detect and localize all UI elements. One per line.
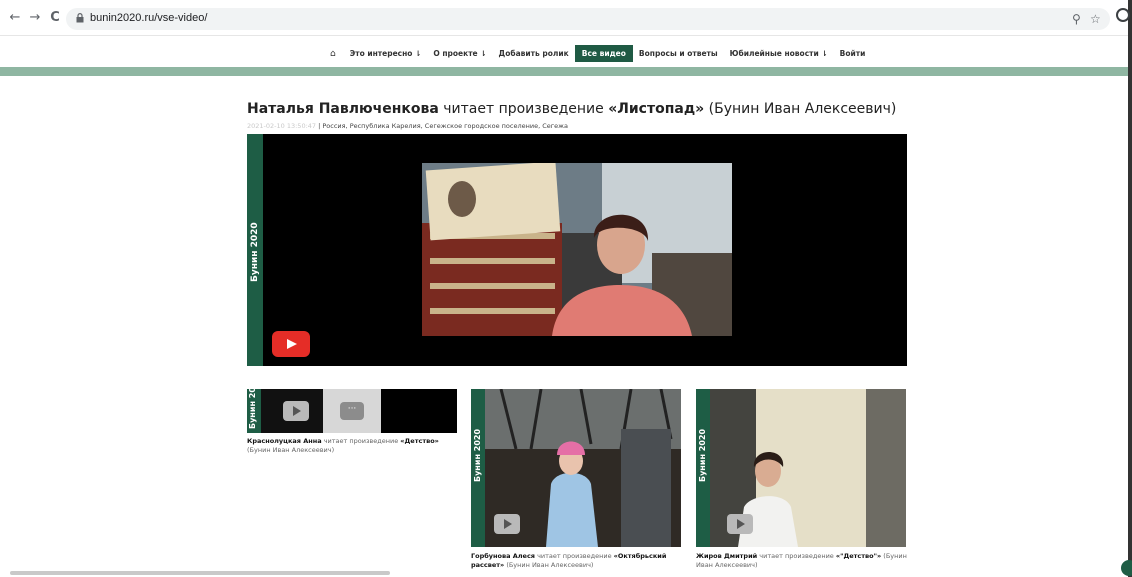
work-title[interactable]: «Листопад» — [608, 101, 704, 117]
reads-text: читает произведение — [443, 101, 604, 117]
star-icon[interactable]: ☆ — [1090, 12, 1101, 26]
browser-toolbar: ← → C bunin2020.ru/vse-video/ ⚲ ☆ — [0, 0, 1130, 36]
site-header: ⌂ Это интересно ⇂ О проекте ⇂ Добавить р… — [0, 36, 1128, 68]
url-text[interactable]: bunin2020.ru/vse-video/ — [90, 12, 207, 24]
work-title[interactable]: «Детство» — [400, 437, 439, 445]
brand-strip-label: Бунин 2020 — [473, 428, 482, 482]
reader-name[interactable]: Горбунова Алеся — [471, 552, 535, 560]
main-video-player[interactable]: Бунин 2020 — [247, 134, 907, 366]
brand-strip-label: Бунин 2020 — [250, 222, 260, 282]
browser-window: ← → C bunin2020.ru/vse-video/ ⚲ ☆ ⌂ Это … — [0, 0, 1132, 577]
profile-icon[interactable] — [1116, 8, 1130, 22]
brand-strip: Бунин 2020 — [471, 389, 485, 547]
page-title: Наталья Павлюченкова читает произведение… — [247, 101, 896, 117]
reader-name[interactable]: Краснолуцкая Анна — [247, 437, 322, 445]
reader-name[interactable]: Наталья Павлюченкова — [247, 101, 439, 117]
brand-strip-label: Бунин 2020 — [698, 428, 707, 482]
brand-strip-label: Бунин 2020 — [248, 389, 257, 429]
timestamp: 2021-02-10 13:50:47 — [247, 122, 317, 130]
back-icon[interactable]: ← — [8, 11, 22, 25]
writer-name: (Бунин Иван Алексеевич) — [708, 101, 897, 117]
video-frame — [422, 163, 732, 336]
main-menu: ⌂ Это интересно ⇂ О проекте ⇂ Добавить р… — [322, 45, 871, 62]
reload-icon[interactable]: C — [48, 11, 62, 25]
zoom-icon[interactable]: ⚲ — [1072, 12, 1081, 26]
brand-strip: Бунин 2020 — [247, 389, 261, 433]
more-icon[interactable]: ··· — [340, 402, 364, 420]
reads-text: читает произведение — [323, 437, 399, 445]
menu-item-login[interactable]: Войти — [834, 46, 872, 61]
reader-name[interactable]: Жиров Дмитрий — [696, 552, 757, 560]
writer-name: (Бунин Иван Алексеевич) — [506, 561, 594, 569]
writer-name: (Бунин Иван Алексеевич) — [247, 446, 335, 454]
location: | Россия, Республика Карелия, Сегежское … — [318, 122, 569, 130]
reads-text: читает произведение — [759, 552, 834, 560]
forward-icon[interactable]: → — [28, 11, 42, 25]
menu-item-about[interactable]: О проекте ⇂ — [427, 46, 492, 61]
horizontal-scrollbar[interactable] — [10, 571, 390, 575]
reader-video-still — [422, 163, 732, 336]
play-icon[interactable] — [727, 514, 753, 534]
address-bar[interactable]: bunin2020.ru/vse-video/ ⚲ ☆ — [66, 8, 1110, 30]
play-icon[interactable] — [283, 401, 309, 421]
video-meta: 2021-02-10 13:50:47 | Россия, Республика… — [247, 122, 568, 130]
home-icon[interactable]: ⌂ — [322, 47, 344, 61]
menu-item-faq[interactable]: Вопросы и ответы — [633, 46, 724, 61]
reads-text: читает произведение — [537, 552, 612, 560]
brand-strip: Бунин 2020 — [247, 134, 263, 366]
video-thumbnail-2[interactable]: Бунин 2020 — [471, 389, 681, 547]
video-caption-2: Горбунова Алеся читает произведение «Окт… — [471, 552, 683, 570]
video-caption-1: Краснолуцкая Анна читает произведение «Д… — [247, 437, 457, 455]
video-thumbnail-3[interactable]: Бунин 2020 — [696, 389, 906, 547]
video-thumbnail-1[interactable]: Бунин 2020 ··· — [247, 389, 457, 433]
youtube-play-button[interactable] — [272, 331, 310, 357]
play-icon[interactable] — [494, 514, 520, 534]
lock-icon — [76, 13, 84, 23]
menu-item-add-video[interactable]: Добавить ролик — [493, 46, 575, 61]
menu-item-news[interactable]: Юбилейные новости ⇂ — [724, 46, 834, 61]
work-title[interactable]: «"Детство"» — [836, 552, 881, 560]
header-band — [0, 67, 1128, 76]
help-button[interactable] — [1121, 560, 1132, 576]
menu-item-all-videos[interactable]: Все видео — [574, 45, 633, 62]
brand-strip: Бунин 2020 — [696, 389, 710, 547]
menu-item-interesting[interactable]: Это интересно ⇂ — [344, 46, 428, 61]
video-caption-3: Жиров Дмитрий читает произведение «"Детс… — [696, 552, 908, 570]
